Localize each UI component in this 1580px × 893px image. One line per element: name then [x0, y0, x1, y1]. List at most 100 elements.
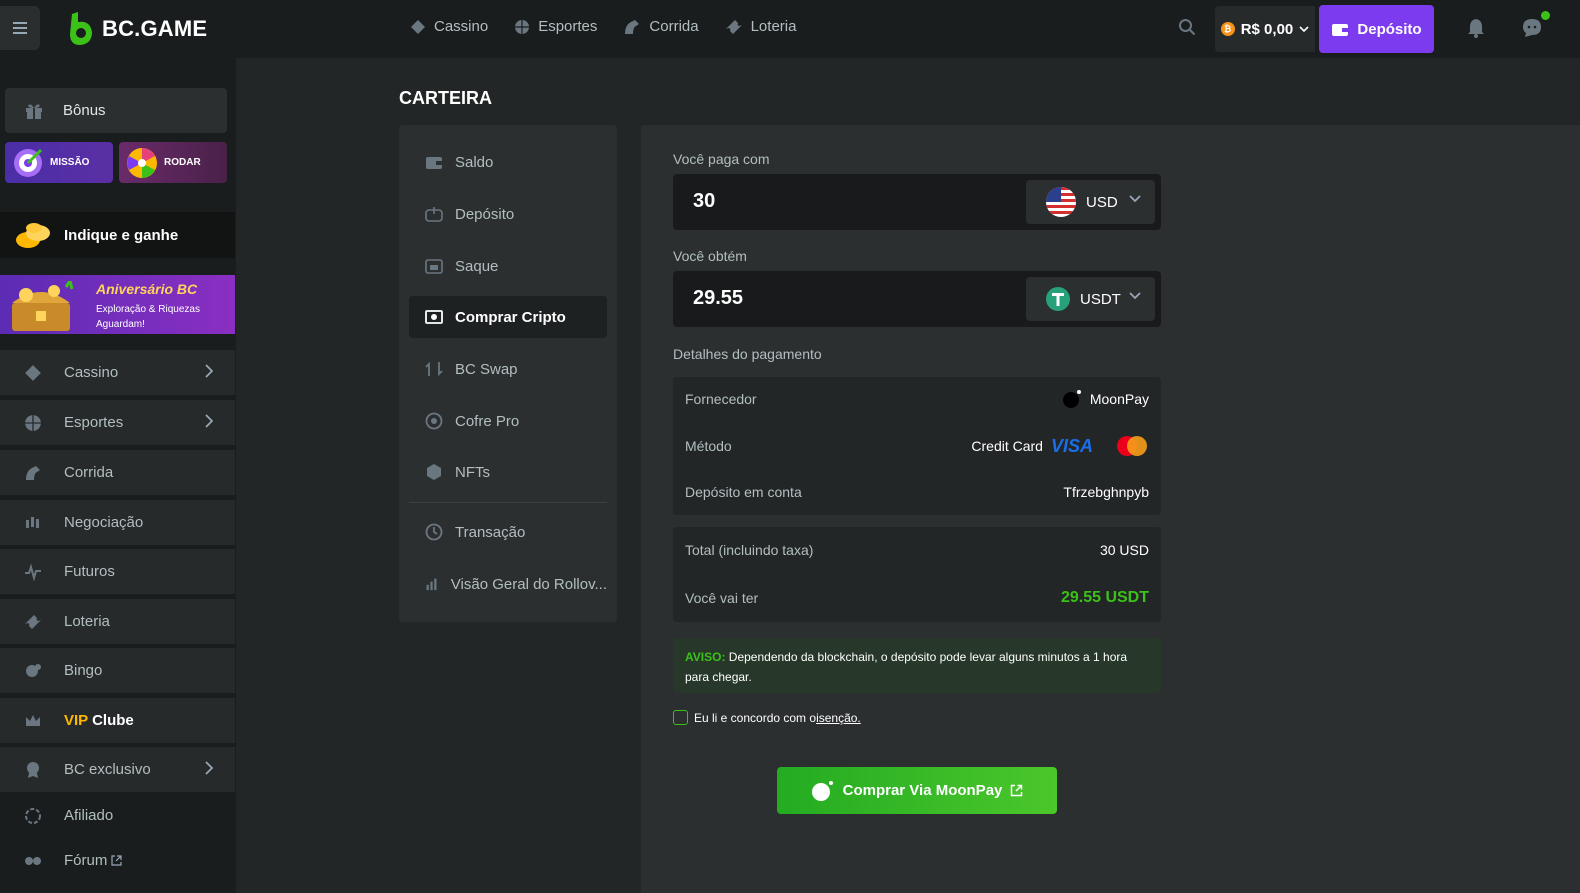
wallet-nav-label: Depósito [455, 205, 515, 223]
warning-text: Dependendo da blockchain, o depósito pod… [685, 650, 1128, 684]
chevron-down-icon [1299, 26, 1309, 32]
wallet-nav-swap[interactable]: BC Swap [409, 348, 607, 390]
get-currency-label: USDT [1080, 290, 1121, 308]
wallet-nav-divider [409, 502, 607, 503]
wallet-nav-rollover[interactable]: Visão Geral do Rollov... [409, 563, 607, 605]
wallet-nav-balance[interactable]: Saldo [409, 141, 607, 183]
terms-link[interactable]: isenção. [816, 711, 861, 725]
ticket-icon [725, 19, 742, 34]
sidebar-item-label: BC exclusivo [64, 761, 151, 778]
sidebar-item-label: Corrida [64, 464, 114, 481]
sidebar-item-futures[interactable]: Futuros [0, 549, 235, 594]
buy-button-label: Comprar Via MoonPay [842, 782, 1003, 799]
mission-label: MISSÃO [50, 157, 90, 168]
buy-via-moonpay-button[interactable]: Comprar Via MoonPay [777, 767, 1057, 814]
top-nav-sports[interactable]: Esportes [514, 18, 597, 35]
refer-and-earn[interactable]: Indique e ganhe [0, 212, 235, 258]
buy-crypto-icon [425, 310, 443, 324]
wallet-nav-label: NFTs [455, 463, 490, 481]
logo-text: BC.GAME [102, 16, 208, 41]
bell-icon [1468, 19, 1484, 38]
wallet-nav-label: Transação [455, 523, 526, 541]
terms-checkbox[interactable] [673, 710, 688, 725]
provider-value: MoonPay [1062, 389, 1149, 409]
top-nav-racing[interactable]: Corrida [623, 18, 699, 35]
wallet-nav-vault[interactable]: Cofre Pro [409, 400, 607, 442]
notifications-button[interactable] [1467, 18, 1485, 43]
wallet-nav-label: Visão Geral do Rollov... [450, 575, 607, 593]
deposit-button[interactable]: Depósito [1319, 5, 1434, 53]
wallet-nav: Saldo Depósito Saque Comprar Cripto BC S… [399, 125, 617, 622]
account-value: Tfrzebghnpyb [1063, 484, 1149, 500]
sidebar-item-label: Futuros [64, 563, 115, 580]
sidebar-item-label: Cassino [64, 364, 119, 381]
provider-key: Fornecedor [685, 391, 757, 407]
search-button[interactable] [1178, 18, 1196, 41]
sidebar-item-bingo[interactable]: Bingo [0, 648, 235, 693]
top-nav-lottery[interactable]: Loteria [725, 18, 797, 35]
pay-currency-select[interactable]: USD [1026, 180, 1155, 224]
chat-button[interactable] [1522, 18, 1542, 43]
vault-icon [425, 412, 443, 430]
method-row: Método Credit Card VISA [685, 435, 1149, 457]
bonus-label: Bônus [63, 102, 106, 119]
anniversary-banner[interactable]: Aniversário BC Exploração & Riquezas Agu… [0, 275, 235, 334]
sidebar-item-trading[interactable]: Negociação [0, 500, 235, 545]
vip-label: VIP Clube [64, 712, 134, 729]
ball-icon [515, 19, 530, 34]
sidebar-item-exclusive[interactable]: BC exclusivo [0, 747, 235, 792]
refer-label: Indique e ganhe [64, 226, 179, 244]
candles-icon [26, 516, 39, 528]
wallet-nav-nfts[interactable]: NFTs [409, 451, 607, 493]
sidebar-item-casino[interactable]: Cassino [0, 350, 235, 395]
bitcoin-icon: ₿ [1220, 22, 1235, 36]
wheel-icon [127, 147, 157, 178]
receive-row: Você vai ter 29.55 USDT [685, 587, 1149, 609]
top-nav-casino[interactable]: Cassino [410, 18, 488, 35]
wallet-nav-transactions[interactable]: Transação [409, 511, 607, 553]
sidebar-item-label: Afiliado [64, 807, 114, 824]
spin-tile[interactable]: RODAR [119, 142, 227, 183]
transaction-icon [425, 523, 443, 541]
top-nav-label: Loteria [750, 18, 797, 35]
spin-label: RODAR [164, 157, 201, 168]
affiliate-icon [25, 807, 41, 824]
diamond-icon [25, 364, 41, 381]
ball-icon [25, 414, 41, 431]
deposit-icon [425, 207, 443, 222]
chevron-right-icon [205, 414, 213, 428]
wallet-nav-buy-crypto[interactable]: Comprar Cripto [409, 296, 607, 338]
sidebar-item-forum[interactable]: Fórum [0, 838, 235, 883]
sidebar-item-sports[interactable]: Esportes [0, 400, 235, 445]
wallet-nav-deposit[interactable]: Depósito [409, 193, 607, 235]
get-amount-field[interactable]: 29.55 USDT [673, 271, 1161, 327]
logo[interactable]: BC.GAME [68, 12, 207, 46]
balance-selector[interactable]: ₿ R$ 0,00 [1215, 6, 1315, 52]
total-key: Total (incluindo taxa) [685, 542, 814, 558]
moonpay-icon [1062, 390, 1081, 408]
pay-amount-field[interactable]: 30 USD [673, 174, 1161, 230]
provider-row: Fornecedor MoonPay [685, 388, 1149, 410]
get-currency-select[interactable]: USDT [1026, 277, 1155, 321]
wallet-nav-withdraw[interactable]: Saque [409, 245, 607, 287]
horse-icon [26, 465, 40, 480]
search-icon [1179, 19, 1196, 36]
horse-icon [625, 19, 640, 34]
wallet-icon [1332, 24, 1349, 36]
visa-icon: VISA [1050, 435, 1093, 456]
sidebar: Bônus MISSÃO RODAR Indique e ganhe Anive… [0, 58, 236, 893]
mission-tile[interactable]: MISSÃO [5, 142, 113, 183]
sidebar-item-racing[interactable]: Corrida [0, 450, 235, 495]
ticket-icon [25, 614, 41, 629]
sidebar-item-bonus[interactable]: Bônus [5, 88, 227, 133]
wallet-icon [426, 157, 442, 169]
account-key: Depósito em conta [685, 484, 802, 500]
top-nav-label: Corrida [649, 18, 699, 35]
sidebar-item-lottery[interactable]: Loteria [0, 599, 235, 644]
nft-icon [427, 464, 441, 480]
terms-text: Eu li e concordo com o [694, 710, 817, 725]
totals: Total (incluindo taxa) 30 USD Você vai t… [673, 527, 1161, 622]
sidebar-item-vip[interactable]: VIP Clube [0, 698, 235, 743]
menu-toggle-button[interactable] [0, 6, 40, 50]
sidebar-item-affiliate[interactable]: Afiliado [0, 793, 235, 838]
